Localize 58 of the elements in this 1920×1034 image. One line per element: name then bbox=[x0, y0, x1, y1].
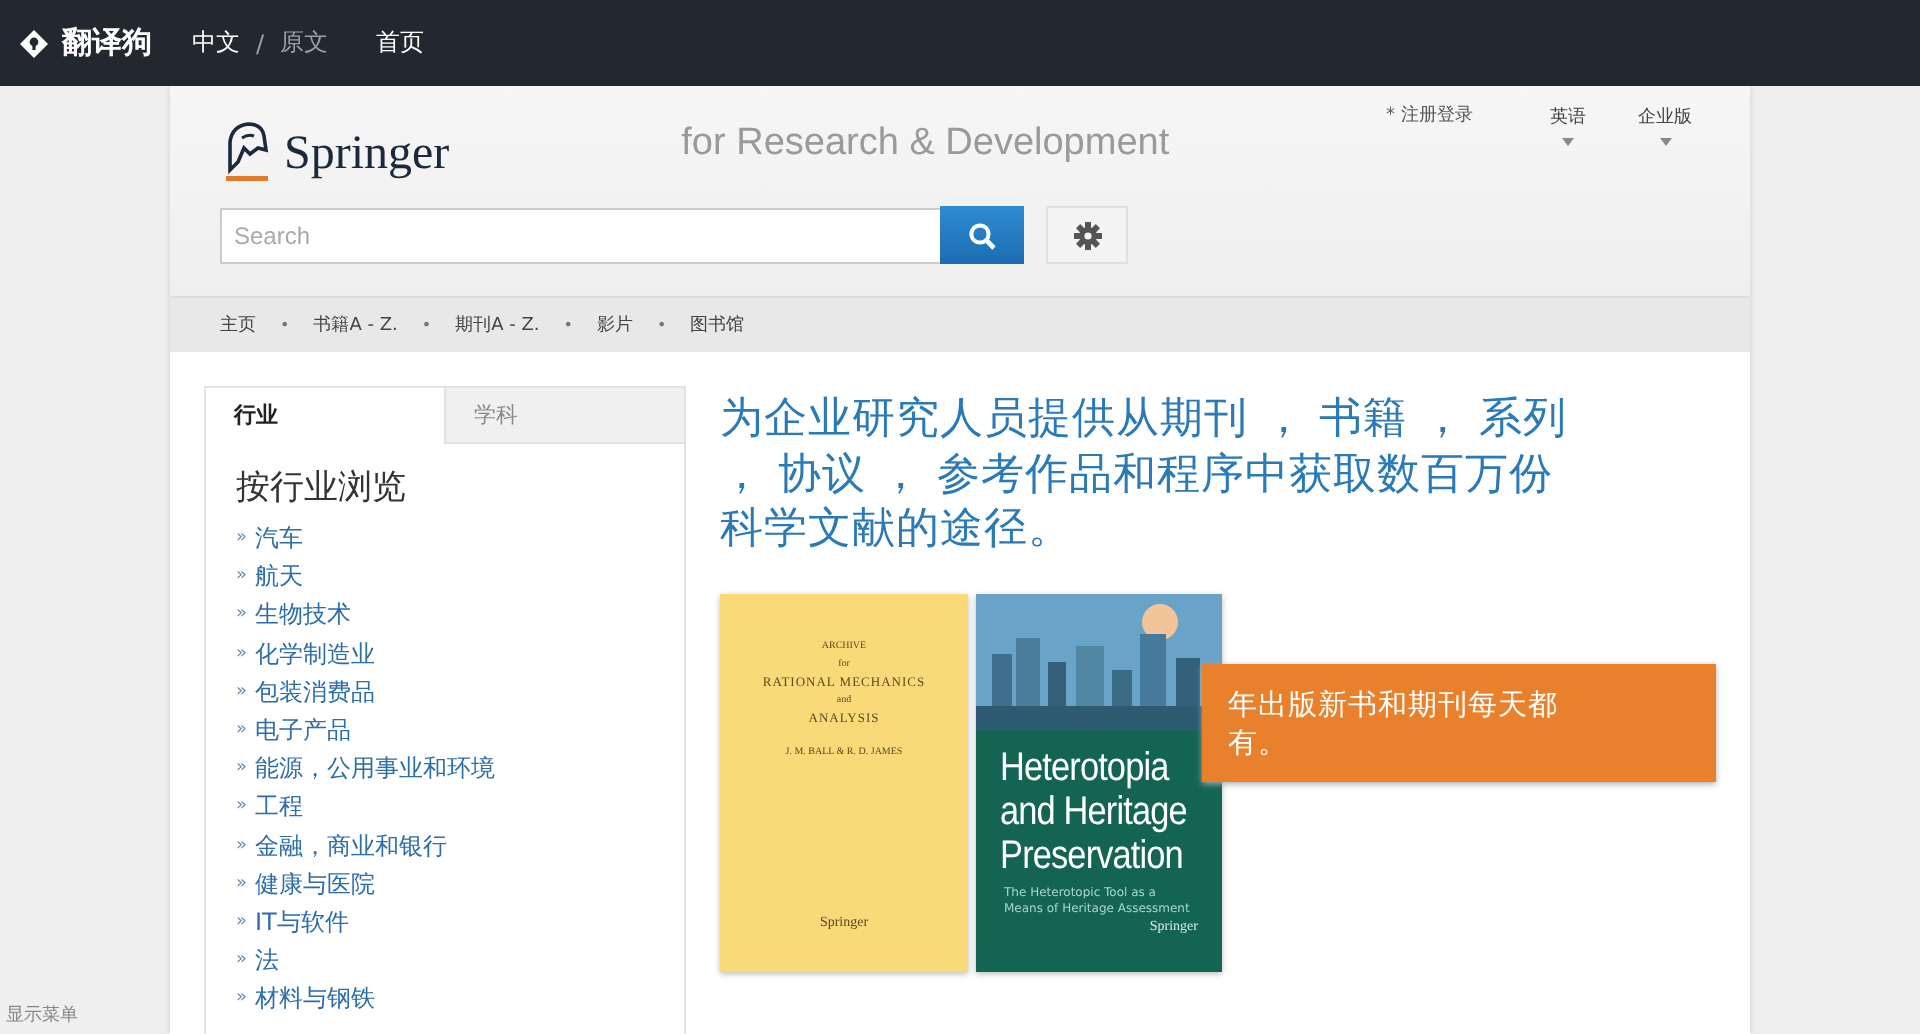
industry-link[interactable]: 包装消费品 bbox=[255, 673, 376, 713]
nav-link[interactable]: 书籍A - Z. bbox=[313, 312, 398, 338]
industry-link[interactable]: 工程 bbox=[255, 788, 304, 828]
register-login-link[interactable]: * 注册登录 bbox=[1386, 102, 1473, 128]
nav-separator: • bbox=[421, 316, 432, 334]
settings-button[interactable] bbox=[1046, 206, 1128, 264]
nav-separator: • bbox=[280, 316, 290, 334]
brand-name: 翻译狗 bbox=[62, 24, 152, 62]
bullet-marker: » bbox=[236, 718, 248, 745]
bullet-marker: » bbox=[236, 756, 248, 783]
section-heading: 按行业浏览 bbox=[236, 466, 408, 510]
nav-separator: • bbox=[656, 316, 667, 334]
brand-logo-icon bbox=[18, 27, 50, 59]
tagline: for Research & Development bbox=[681, 122, 1170, 166]
springer-logo-text: Springer bbox=[284, 128, 450, 182]
chinese-toggle[interactable]: 中文 bbox=[192, 26, 240, 60]
industry-link[interactable]: 健康与医院 bbox=[255, 865, 376, 905]
caret-icon bbox=[1562, 138, 1574, 146]
industry-link[interactable]: 汽车 bbox=[255, 520, 304, 559]
caret-icon bbox=[1659, 138, 1671, 146]
industry-link[interactable]: 材料与钢铁 bbox=[255, 980, 376, 1020]
bullet-marker: » bbox=[236, 641, 248, 668]
dropdown-menu[interactable]: 英语 bbox=[1550, 104, 1586, 130]
separator: / bbox=[256, 29, 265, 57]
industry-link[interactable]: 电子产品 bbox=[255, 712, 352, 751]
bullet-marker: » bbox=[236, 526, 248, 552]
nav-link[interactable]: 图书馆 bbox=[690, 312, 745, 338]
settings-icon bbox=[1073, 221, 1101, 249]
industry-link[interactable]: 航天 bbox=[255, 558, 304, 597]
callout-banner: 年出版新书和期刊每天都 有。 bbox=[1202, 664, 1716, 782]
industry-link[interactable]: 金融，商业和银行 bbox=[255, 827, 448, 866]
bullet-marker: » bbox=[236, 948, 248, 975]
dropdown-menu[interactable]: 企业版 bbox=[1638, 104, 1692, 130]
search-field[interactable]: Search bbox=[220, 207, 940, 263]
search-icon bbox=[968, 221, 996, 249]
nav-separator: • bbox=[563, 316, 573, 334]
bullet-marker: » bbox=[236, 986, 248, 1013]
bullet-marker: » bbox=[236, 794, 248, 821]
nav-link[interactable]: 期刊A - Z. bbox=[455, 312, 540, 338]
bullet-marker: » bbox=[236, 910, 248, 937]
nav-link[interactable]: 影片 bbox=[596, 312, 633, 338]
industry-link[interactable]: 生物技术 bbox=[255, 596, 352, 636]
sidebar-tab[interactable]: 学科 bbox=[444, 388, 684, 444]
industry-link[interactable]: 化学制造业 bbox=[255, 635, 376, 674]
industry-link[interactable]: 能源，公用事业和环境 bbox=[255, 750, 496, 789]
bullet-marker: » bbox=[236, 679, 248, 706]
bullet-marker: » bbox=[236, 833, 248, 860]
industry-link[interactable]: IT与软件 bbox=[255, 904, 349, 943]
bullet-marker: » bbox=[236, 871, 248, 898]
nav-link[interactable]: 主页 bbox=[220, 312, 256, 338]
search-button[interactable] bbox=[940, 206, 1024, 264]
bullet-marker: » bbox=[236, 602, 248, 629]
home-link[interactable]: 首页 bbox=[376, 26, 425, 60]
bullet-marker: » bbox=[236, 564, 248, 591]
show-menu-label[interactable]: 显示菜单 bbox=[6, 1006, 78, 1026]
industry-link[interactable]: 法 bbox=[255, 942, 280, 981]
original-toggle[interactable]: 原文 bbox=[280, 26, 329, 60]
headline: 为企业研究人员提供从期刊 ， 书籍 ， 系列 ， 协议 ， 参考作品和程序中获取数百万份 科学文献的途径。 bbox=[720, 392, 1569, 557]
